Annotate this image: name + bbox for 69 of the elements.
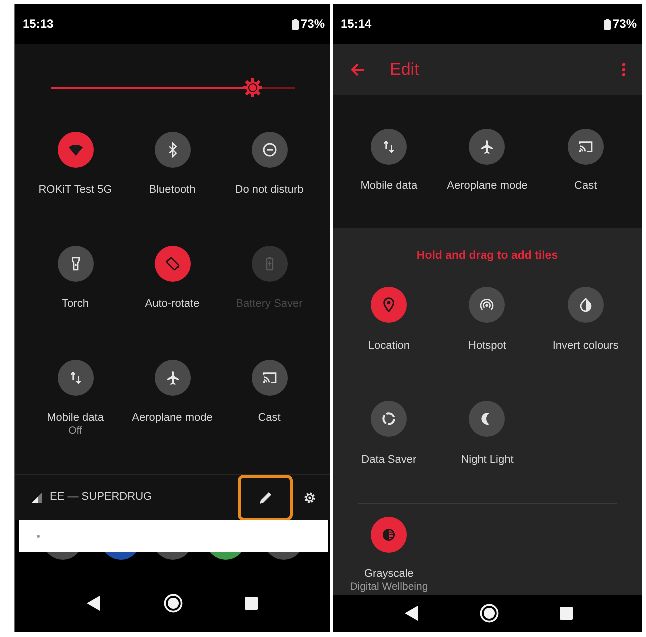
more-options-icon[interactable]	[622, 62, 626, 76]
battery-percent: 73%	[612, 16, 637, 33]
tile-label: Cast	[258, 411, 281, 425]
drop-icon	[578, 297, 594, 313]
clock-time: 15:13	[23, 16, 54, 33]
tile-status: Off	[68, 425, 82, 438]
carrier-name: EE — SUPERDRUG	[50, 490, 152, 506]
pencil-icon	[258, 490, 272, 504]
tile-label: Invert colours	[552, 339, 619, 353]
tile-label: Do not disturb	[235, 183, 304, 197]
tile-label: Mobile data	[360, 179, 418, 193]
tile-label: Mobile data	[47, 411, 104, 425]
tile-label: Night Light	[461, 453, 514, 467]
cast-icon	[262, 370, 278, 386]
tile-label: Location	[368, 339, 410, 353]
tile-toggle[interactable]	[568, 287, 604, 323]
tile-label: Data Saver	[362, 453, 417, 467]
settings-icon[interactable]	[303, 490, 317, 504]
airplane-icon	[479, 139, 496, 155]
rotate-icon	[164, 256, 180, 272]
dot-mark	[37, 534, 40, 538]
tile-label: ROKiT Test 5G	[38, 183, 112, 197]
tile-toggle[interactable]	[371, 287, 408, 323]
cast-icon	[578, 139, 594, 155]
tile-label: Aeroplane mode	[447, 179, 528, 193]
tile-toggle[interactable]	[154, 132, 190, 168]
tile-label: Auto-rotate	[145, 297, 200, 311]
clock-time: 15:14	[341, 16, 372, 33]
tile-toggle[interactable]	[371, 129, 408, 165]
do-not-disturb-icon	[262, 142, 278, 158]
brightness-slider[interactable]	[50, 78, 294, 98]
tile-toggle[interactable]	[371, 401, 408, 437]
battery-percent: 73%	[300, 16, 325, 33]
tile-label: Aeroplane mode	[132, 411, 213, 425]
tile-toggle[interactable]	[469, 287, 506, 323]
back-icon[interactable]	[405, 606, 419, 621]
tile-toggle[interactable]	[252, 360, 288, 396]
airplane-icon	[164, 370, 180, 386]
tile-label: Torch	[62, 297, 89, 311]
tile-label: Bluetooth	[149, 183, 196, 197]
tile-toggle[interactable]	[568, 129, 604, 165]
hotspot-icon	[479, 297, 496, 313]
back-icon[interactable]	[87, 596, 101, 611]
tile-status: Digital Wellbeing	[350, 581, 428, 594]
screen-title: Edit	[390, 58, 420, 81]
tile-toggle[interactable]	[252, 132, 288, 168]
slider-thumb[interactable]	[243, 78, 264, 98]
tile-toggle[interactable]	[58, 132, 94, 168]
signal-icon	[32, 492, 44, 502]
home-icon[interactable]	[164, 594, 182, 613]
tile-toggle[interactable]	[371, 517, 408, 553]
tile-toggle[interactable]	[58, 360, 94, 396]
tile-toggle[interactable]	[469, 129, 506, 165]
battery-icon	[292, 18, 299, 30]
tile-toggle[interactable]	[154, 360, 190, 396]
wifi-icon	[68, 142, 84, 158]
tile-label: Hotspot	[468, 339, 506, 353]
tile-toggle[interactable]	[58, 246, 94, 282]
battery-icon	[604, 18, 611, 30]
tile-label: Cast	[574, 179, 598, 193]
tile-toggle[interactable]	[469, 401, 506, 437]
home-icon[interactable]	[480, 604, 499, 623]
tile-label: Grayscale	[364, 567, 414, 581]
location-pin-icon	[381, 297, 398, 313]
ring-icon	[381, 411, 398, 427]
hint-text: Hold and drag to add tiles	[416, 249, 560, 263]
tile-toggle[interactable]	[154, 246, 190, 282]
back-arrow-icon[interactable]	[351, 62, 365, 76]
half-circle-icon	[381, 527, 398, 543]
